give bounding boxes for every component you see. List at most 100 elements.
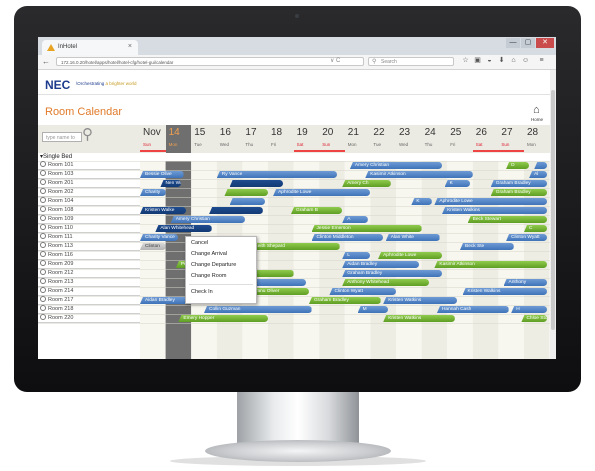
room-group-header[interactable]: ▾Single Bed	[38, 153, 550, 161]
home-label[interactable]: Home	[531, 117, 543, 122]
booking-bar[interactable]: Aidan Bradley	[342, 261, 420, 268]
room-row-label[interactable]: Room 220	[38, 314, 140, 323]
menu-item-change-room[interactable]: Change Room	[191, 271, 226, 282]
day-header[interactable]: 20 Sun	[319, 125, 345, 153]
room-radio-icon[interactable]	[40, 278, 46, 284]
booking-bar[interactable]: Nen Wh	[160, 180, 181, 187]
room-radio-icon[interactable]	[40, 260, 46, 266]
day-header[interactable]: 27 Sun	[498, 125, 524, 153]
booking-bar[interactable]: Graham Bradley	[490, 189, 548, 196]
booking-bar[interactable]: Amery Ch	[342, 180, 391, 187]
filter-search-icon[interactable]: ⚲	[82, 127, 93, 142]
room-row-label[interactable]: Room 103	[38, 170, 140, 179]
room-filter-input[interactable]: type name to	[42, 132, 82, 142]
booking-bar[interactable]: Beck Stewart	[467, 216, 548, 223]
room-radio-icon[interactable]	[40, 242, 46, 248]
day-header[interactable]: 14 Mon	[165, 125, 192, 153]
page-scrollbar[interactable]	[550, 70, 556, 359]
room-radio-icon[interactable]	[40, 314, 46, 320]
booking-bar[interactable]: Graham B	[291, 207, 343, 214]
room-radio-icon[interactable]	[40, 296, 46, 302]
booking-bar[interactable]	[209, 207, 263, 214]
day-header[interactable]: 24 Thu	[422, 125, 448, 153]
booking-bar[interactable]: Aphrodite Lowe	[273, 189, 371, 196]
room-radio-icon[interactable]	[40, 251, 46, 257]
booking-bar[interactable]: K	[411, 198, 432, 205]
booking-bar[interactable]: Tanu Oliver	[250, 288, 309, 295]
day-header[interactable]: 21 Mon	[345, 125, 371, 153]
scrollbar-thumb[interactable]	[551, 90, 555, 330]
room-row-label[interactable]: Room 110	[38, 224, 140, 233]
room-row-label[interactable]: Room 209	[38, 260, 140, 269]
booking-bar[interactable]	[224, 189, 268, 196]
booking-bar[interactable]: Clinton Middleton	[311, 234, 384, 241]
booking-bar[interactable]: Clinton	[140, 243, 166, 250]
booking-bar[interactable]: Kristen Walkins	[462, 288, 548, 295]
booking-bar[interactable]: Graham Bradley	[490, 180, 548, 187]
booking-bar[interactable]: Aphrodite Lowe	[434, 198, 548, 205]
room-row-label[interactable]: Room 111	[38, 233, 140, 242]
booking-bar[interactable]	[229, 180, 284, 187]
room-radio-icon[interactable]	[40, 170, 46, 176]
booking-bar[interactable]: A	[342, 216, 368, 223]
booking-bar[interactable]: Beck Ste	[460, 243, 514, 250]
booking-bar[interactable]: Kristen Walkins	[442, 207, 548, 214]
day-header[interactable]: 16 Wed	[217, 125, 243, 153]
browser-home-icon[interactable]: ⌂	[510, 57, 517, 64]
room-row-label[interactable]: Room 113	[38, 242, 140, 251]
room-row-label[interactable]: Room 214	[38, 287, 140, 296]
booking-bar[interactable]: Bessie Olive	[140, 171, 184, 178]
day-header[interactable]: 26 Sat	[472, 125, 499, 153]
booking-bar[interactable]: Al	[529, 171, 548, 178]
room-row-label[interactable]: Room 217	[38, 296, 140, 305]
room-radio-icon[interactable]	[40, 269, 46, 275]
booking-bar[interactable]: D	[506, 162, 530, 169]
room-radio-icon[interactable]	[40, 188, 46, 194]
room-radio-icon[interactable]	[40, 224, 46, 230]
close-window-button[interactable]: ✕	[536, 38, 554, 48]
menu-item-check-in[interactable]: Check In	[191, 287, 213, 298]
booking-bar[interactable]: Chloe Sto	[521, 315, 548, 322]
booking-bar[interactable]: Clinton Wyatt	[329, 288, 396, 295]
booking-bar[interactable]: Charity	[140, 189, 166, 196]
booking-bar[interactable]: Amery Christian	[170, 216, 245, 223]
room-row-label[interactable]: Room 213	[38, 278, 140, 287]
room-radio-icon[interactable]	[40, 305, 46, 311]
pocket-icon[interactable]: ◒	[486, 57, 493, 64]
room-row-label[interactable]: Room 101	[38, 161, 140, 170]
download-icon[interactable]: ⬇	[498, 57, 505, 64]
booking-bar[interactable]: C	[524, 225, 548, 232]
menu-item-cancel[interactable]: Cancel	[191, 238, 208, 249]
booking-bar[interactable]: Alan Whitehead	[155, 225, 212, 232]
booking-bar[interactable]: Kasimir Atkinson	[365, 171, 473, 178]
booking-bar[interactable]: Kristen Walke	[140, 207, 187, 214]
room-row-label[interactable]: Room 212	[38, 269, 140, 278]
reload-controls[interactable]: ∨ C	[330, 57, 340, 64]
booking-bar[interactable]: Graham Bradley	[308, 297, 381, 304]
browser-tab[interactable]: InHotel ×	[42, 40, 138, 55]
day-header[interactable]: 17 Thu	[242, 125, 268, 153]
room-radio-icon[interactable]	[40, 287, 46, 293]
room-row-label[interactable]: Room 108	[38, 206, 140, 215]
sync-icon[interactable]: ☺	[522, 57, 529, 64]
booking-bar[interactable]: H	[511, 306, 548, 313]
maximize-button[interactable]: ▢	[521, 38, 535, 48]
room-row-label[interactable]: Room 218	[38, 305, 140, 314]
day-header[interactable]: 23 Wed	[396, 125, 422, 153]
room-row-label[interactable]: Room 202	[38, 188, 140, 197]
booking-bar[interactable]: Amery Christian	[349, 162, 443, 169]
room-row-label[interactable]: Room 104	[38, 197, 140, 206]
booking-bar[interactable]: Clinton Wyatt	[506, 234, 548, 241]
booking-bar[interactable]: Collin Guzman	[204, 306, 312, 313]
booking-bar[interactable]: Jessie Emerson	[311, 225, 422, 232]
booking-bar[interactable]: Hannah Cash	[436, 306, 509, 313]
day-header[interactable]: 18 Fri	[268, 125, 294, 153]
booking-bar[interactable]: M	[357, 306, 389, 313]
booking-bar[interactable]: Anthony Whitehead	[342, 279, 430, 286]
tab-close-icon[interactable]: ×	[128, 43, 132, 50]
day-header[interactable]: 19 Sat	[293, 125, 320, 153]
day-header[interactable]: 15 Tue	[191, 125, 217, 153]
booking-bar[interactable]: Charity Vance	[140, 234, 179, 241]
browser-search-input[interactable]: ⚲ Search	[368, 57, 454, 66]
day-header[interactable]: 28 Mon	[524, 125, 550, 153]
